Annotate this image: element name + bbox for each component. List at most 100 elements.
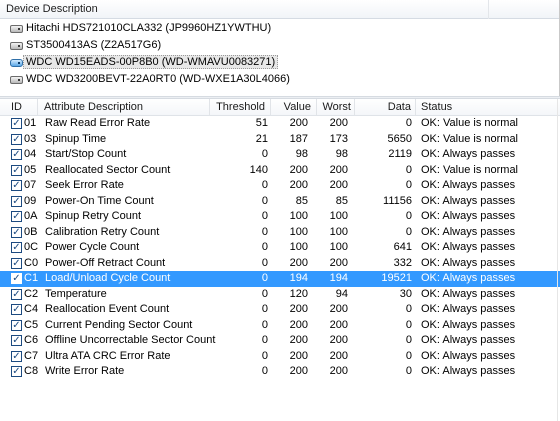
table-row[interactable]: ✓ 03 Spinup Time 21 187 173 5650 OK: Val… xyxy=(0,132,560,148)
attribute-threshold: 0 xyxy=(261,194,268,207)
attribute-id: 0B xyxy=(24,225,38,238)
table-row[interactable]: ✓ C4 Reallocation Event Count 0 200 200 … xyxy=(0,302,560,318)
table-header-row: ID Attribute Description Threshold Value… xyxy=(0,99,560,116)
table-row[interactable]: ✓ C8 Write Error Rate 0 200 200 0 OK: Al… xyxy=(0,364,560,380)
attribute-id: C8 xyxy=(24,365,39,377)
attribute-checkbox[interactable]: ✓ xyxy=(11,364,23,379)
attribute-checkbox[interactable]: ✓ xyxy=(11,225,23,240)
attribute-checkbox[interactable]: ✓ xyxy=(11,147,23,162)
attribute-description: Spinup Retry Count xyxy=(45,210,141,222)
attribute-status: OK: Always passes xyxy=(421,225,516,238)
attribute-status: OK: Always passes xyxy=(421,365,516,377)
checkbox-checked-icon: ✓ xyxy=(11,118,22,129)
attribute-checkbox[interactable]: ✓ xyxy=(11,318,23,333)
attribute-worst: 85 xyxy=(335,194,348,207)
attribute-threshold: 0 xyxy=(261,241,268,253)
attribute-description: Raw Read Error Rate xyxy=(45,117,151,129)
device-item-wdc-wd3200bevt[interactable]: WDC WD3200BEVT-22A0RT0 (WD-WXE1A30L4066) xyxy=(0,71,559,87)
column-header-threshold[interactable]: Threshold xyxy=(210,99,271,115)
table-row[interactable]: ✓ 04 Start/Stop Count 0 98 98 2119 OK: A… xyxy=(0,147,560,163)
device-item-hitachi[interactable]: Hitachi HDS721010CLA332 (JP9960HZ1YWTHU) xyxy=(0,20,559,36)
table-row[interactable]: ✓ 05 Reallocated Sector Count 140 200 20… xyxy=(0,163,560,179)
attribute-checkbox[interactable]: ✓ xyxy=(11,209,23,224)
attribute-id: 05 xyxy=(24,163,37,176)
table-row[interactable]: ✓ 0A Spinup Retry Count 0 100 100 0 OK: … xyxy=(0,209,560,225)
attribute-data: 641 xyxy=(393,241,412,253)
table-row[interactable]: ✓ C6 Offline Uncorrectable Sector Count … xyxy=(0,333,560,349)
column-header-worst[interactable]: Worst xyxy=(317,99,355,115)
column-header-status[interactable]: Status xyxy=(416,99,557,115)
attribute-threshold: 0 xyxy=(261,148,268,160)
attribute-checkbox[interactable]: ✓ xyxy=(11,302,23,317)
attribute-data: 0 xyxy=(405,225,412,238)
checkbox-checked-icon: ✓ xyxy=(11,195,22,207)
attribute-threshold: 21 xyxy=(255,132,268,145)
attribute-threshold: 0 xyxy=(261,272,268,284)
table-row[interactable]: ✓ C7 Ultra ATA CRC Error Rate 0 200 200 … xyxy=(0,349,560,365)
attribute-checkbox[interactable]: ✓ xyxy=(11,132,23,147)
device-label: ST3500413AS (Z2A517G6) xyxy=(26,39,162,51)
table-row[interactable]: ✓ C0 Power-Off Retract Count 0 200 200 3… xyxy=(0,256,560,272)
attribute-id: C7 xyxy=(24,349,39,362)
column-header-data[interactable]: Data xyxy=(355,99,416,115)
attribute-value: 100 xyxy=(289,210,308,222)
attribute-worst: 200 xyxy=(329,318,348,331)
attribute-threshold: 0 xyxy=(261,303,268,315)
device-list: Hitachi HDS721010CLA332 (JP9960HZ1YWTHU)… xyxy=(0,20,559,87)
attribute-threshold: 0 xyxy=(261,179,268,191)
attribute-data: 332 xyxy=(393,256,412,269)
attribute-id: 01 xyxy=(24,117,37,129)
attribute-value: 200 xyxy=(289,117,308,129)
attribute-checkbox[interactable]: ✓ xyxy=(11,349,23,364)
attribute-checkbox[interactable]: ✓ xyxy=(11,194,23,209)
attribute-description: Spinup Time xyxy=(45,132,107,145)
table-row[interactable]: ✓ 01 Raw Read Error Rate 51 200 200 0 OK… xyxy=(0,116,560,132)
checkbox-checked-icon: ✓ xyxy=(11,242,22,253)
attribute-id: C1 xyxy=(24,272,39,284)
attribute-checkbox[interactable]: ✓ xyxy=(11,287,23,302)
attribute-checkbox[interactable]: ✓ xyxy=(11,271,23,286)
column-header-value[interactable]: Value xyxy=(271,99,317,115)
attribute-status: OK: Value is normal xyxy=(421,132,519,145)
attribute-checkbox[interactable]: ✓ xyxy=(11,163,23,178)
attribute-id: C6 xyxy=(24,334,39,346)
attribute-threshold: 0 xyxy=(261,349,268,362)
checkbox-checked-icon: ✓ xyxy=(11,226,22,238)
table-row[interactable]: ✓ 0C Power Cycle Count 0 100 100 641 OK:… xyxy=(0,240,560,256)
hard-disk-icon xyxy=(10,25,23,33)
attribute-checkbox[interactable]: ✓ xyxy=(11,178,23,193)
attribute-status: OK: Always passes xyxy=(421,148,516,160)
attribute-status: OK: Always passes xyxy=(421,287,516,300)
column-header-id[interactable]: ID xyxy=(0,99,38,115)
attribute-checkbox[interactable]: ✓ xyxy=(11,240,23,255)
table-row[interactable]: ✓ C2 Temperature 0 120 94 30 OK: Always … xyxy=(0,287,560,303)
attribute-id: 03 xyxy=(24,132,37,145)
attribute-value: 100 xyxy=(289,241,308,253)
attribute-checkbox[interactable]: ✓ xyxy=(11,333,23,348)
attribute-status: OK: Always passes xyxy=(421,334,516,346)
table-row[interactable]: ✓ 09 Power-On Time Count 0 85 85 11156 O… xyxy=(0,194,560,210)
device-label: Hitachi HDS721010CLA332 (JP9960HZ1YWTHU) xyxy=(26,22,272,34)
attribute-threshold: 0 xyxy=(261,318,268,331)
attribute-checkbox[interactable]: ✓ xyxy=(11,256,23,271)
attribute-data: 0 xyxy=(405,117,412,129)
device-item-seagate[interactable]: ST3500413AS (Z2A517G6) xyxy=(0,37,559,53)
attribute-checkbox[interactable]: ✓ xyxy=(11,116,23,131)
attribute-description: Current Pending Sector Count xyxy=(45,318,193,331)
attribute-data: 5650 xyxy=(387,132,412,145)
table-row[interactable]: ✓ C5 Current Pending Sector Count 0 200 … xyxy=(0,318,560,334)
table-row[interactable]: ✓ C1 Load/Unload Cycle Count 0 194 194 1… xyxy=(0,271,560,287)
table-row[interactable]: ✓ 07 Seek Error Rate 0 200 200 0 OK: Alw… xyxy=(0,178,560,194)
column-header-description[interactable]: Attribute Description xyxy=(38,99,210,115)
attribute-description: Load/Unload Cycle Count xyxy=(45,272,171,284)
attribute-data: 0 xyxy=(405,163,412,176)
device-description-column-header[interactable]: Device Description xyxy=(0,0,559,19)
table-row[interactable]: ✓ 0B Calibration Retry Count 0 100 100 0… xyxy=(0,225,560,241)
attribute-data: 0 xyxy=(405,179,412,191)
attribute-value: 200 xyxy=(289,334,308,346)
device-item-wdc-wd15eads[interactable]: WDC WD15EADS-00P8B0 (WD-WMAVU0083271) xyxy=(0,54,559,70)
attribute-description: Power Cycle Count xyxy=(45,241,140,253)
device-description-header-label: Device Description xyxy=(6,3,98,15)
table-body: ✓ 01 Raw Read Error Rate 51 200 200 0 OK… xyxy=(0,116,560,380)
attribute-description: Power-Off Retract Count xyxy=(45,256,166,269)
